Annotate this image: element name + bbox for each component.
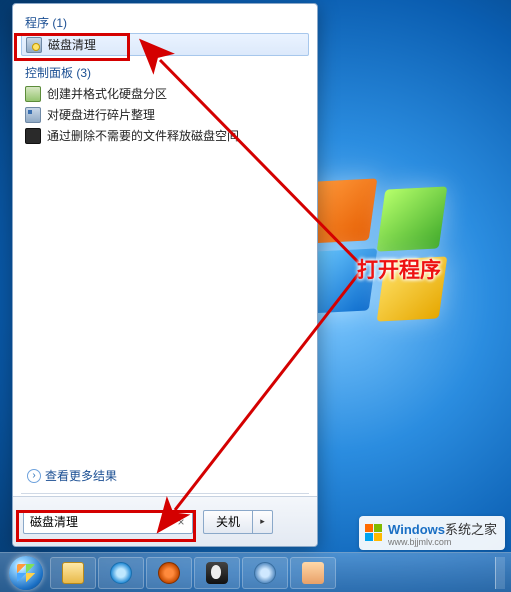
system-tray [495, 557, 507, 589]
programs-section-header: 程序 (1) [25, 14, 309, 31]
watermark: Windows系统之家 www.bjjmlv.com [359, 516, 505, 550]
footer-divider [21, 493, 309, 494]
search-input[interactable] [23, 510, 193, 534]
free-space-icon [25, 128, 41, 144]
search-wrapper: × [23, 510, 193, 534]
media-icon [158, 562, 180, 584]
folder-icon [62, 562, 84, 584]
taskbar [0, 552, 511, 592]
compass-icon [254, 562, 276, 584]
result-create-partition[interactable]: 创建并格式化硬盘分区 [21, 83, 309, 104]
shutdown-dropdown-button[interactable]: ▸ [253, 510, 273, 534]
ie-icon [110, 562, 132, 584]
watermark-url: www.bjjmlv.com [388, 538, 497, 547]
start-menu-footer: × 关机 ▸ [13, 496, 317, 546]
windows-logo-wallpaper [311, 180, 451, 320]
taskbar-media[interactable] [146, 557, 192, 589]
taskbar-ie[interactable] [98, 557, 144, 589]
penguin-icon [206, 562, 228, 584]
watermark-brand: Windows [388, 522, 445, 537]
shutdown-group: 关机 ▸ [203, 510, 273, 534]
partition-icon [25, 86, 41, 102]
disk-cleanup-icon [26, 37, 42, 53]
see-more-results-link[interactable]: › 查看更多结果 [27, 467, 117, 484]
result-free-space[interactable]: 通过删除不需要的文件释放磁盘空间 [21, 125, 309, 146]
show-desktop-button[interactable] [495, 557, 505, 589]
control-panel-section-header: 控制面板 (3) [25, 64, 309, 81]
result-label: 创建并格式化硬盘分区 [47, 85, 167, 102]
watermark-windows-icon [365, 524, 383, 542]
taskbar-explorer[interactable] [50, 557, 96, 589]
start-button[interactable] [4, 557, 48, 589]
taskbar-browser[interactable] [242, 557, 288, 589]
taskbar-user-app[interactable] [290, 557, 336, 589]
see-more-label: 查看更多结果 [45, 467, 117, 484]
start-menu-panel: 程序 (1) 磁盘清理 控制面板 (3) 创建并格式化硬盘分区 对硬盘进行碎片整… [12, 3, 318, 547]
start-orb-icon [9, 556, 43, 590]
result-label: 磁盘清理 [48, 36, 96, 53]
user-icon [302, 562, 324, 584]
watermark-site: 系统之家 [445, 522, 497, 537]
search-clear-button[interactable]: × [173, 514, 189, 530]
annotation-text-open-program: 打开程序 [357, 254, 441, 284]
result-label: 对硬盘进行碎片整理 [47, 106, 155, 123]
result-defrag[interactable]: 对硬盘进行碎片整理 [21, 104, 309, 125]
defrag-icon [25, 107, 41, 123]
see-more-arrow-icon: › [27, 469, 41, 483]
result-disk-cleanup[interactable]: 磁盘清理 [21, 33, 309, 56]
result-label: 通过删除不需要的文件释放磁盘空间 [47, 127, 239, 144]
shutdown-button[interactable]: 关机 [203, 510, 253, 534]
taskbar-qq[interactable] [194, 557, 240, 589]
